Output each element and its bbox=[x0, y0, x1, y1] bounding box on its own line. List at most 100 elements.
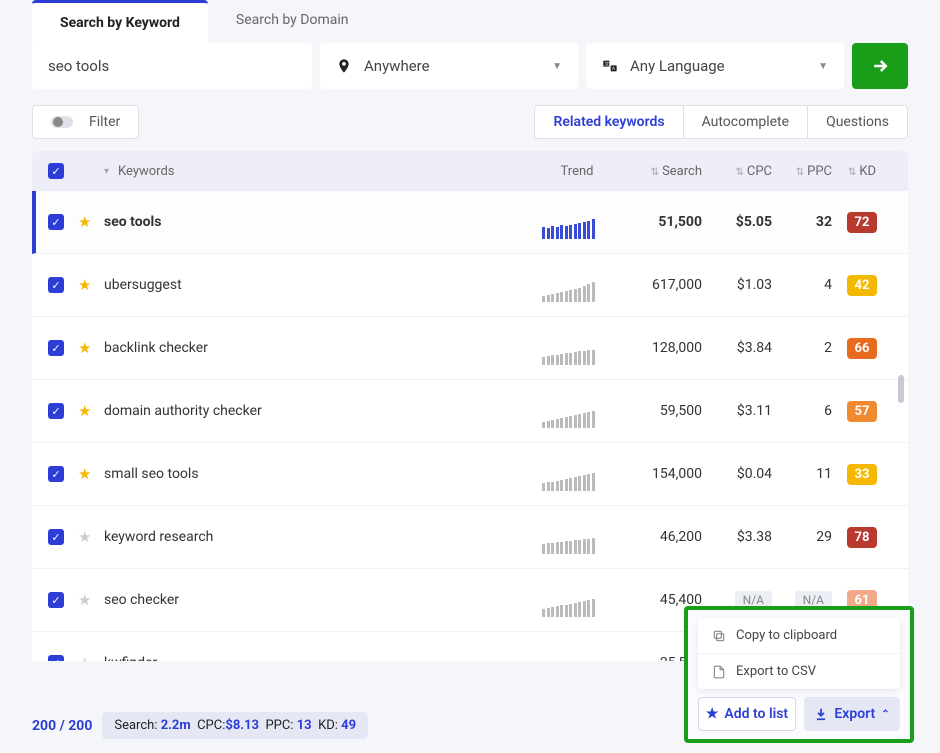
file-icon bbox=[712, 665, 726, 679]
row-checkbox[interactable]: ✓ bbox=[48, 466, 64, 482]
translate-icon: 文A bbox=[602, 58, 618, 74]
search-mode-tabs: Search by Keyword Search by Domain bbox=[0, 0, 940, 43]
trend-sparkline bbox=[542, 404, 612, 428]
svg-text:A: A bbox=[612, 66, 615, 72]
export-csv[interactable]: Export to CSV bbox=[698, 654, 900, 689]
star-icon[interactable]: ★ bbox=[78, 591, 91, 609]
table-row[interactable]: ✓★seo tools51,500$5.053272 bbox=[32, 191, 908, 254]
row-checkbox[interactable]: ✓ bbox=[48, 655, 64, 661]
filter-toggle[interactable]: Filter bbox=[32, 105, 139, 139]
row-checkbox[interactable]: ✓ bbox=[48, 529, 64, 545]
star-icon[interactable]: ★ bbox=[78, 339, 91, 357]
sort-icon: ⇅ bbox=[735, 167, 743, 178]
summary-stats: Search: 2.2m CPC:$8.13 PPC: 13 KD: 49 bbox=[102, 712, 368, 739]
ppc-cell: 2 bbox=[772, 340, 832, 356]
ppc-cell: 6 bbox=[772, 403, 832, 419]
export-button[interactable]: Export ⌃ bbox=[804, 697, 900, 731]
export-panel: Copy to clipboard Export to CSV ★ Add to… bbox=[684, 606, 914, 743]
star-icon[interactable]: ★ bbox=[78, 654, 91, 661]
col-kd[interactable]: ⇅KD bbox=[832, 164, 892, 179]
row-checkbox[interactable]: ✓ bbox=[48, 340, 64, 356]
location-dropdown[interactable]: Anywhere ▼ bbox=[320, 43, 578, 89]
kd-cell: 42 bbox=[832, 275, 892, 296]
export-menu: Copy to clipboard Export to CSV bbox=[698, 618, 900, 689]
col-trend[interactable]: Trend bbox=[542, 164, 612, 179]
cpc-cell: $3.38 bbox=[702, 529, 772, 545]
table-row[interactable]: ✓★backlink checker128,000$3.84266 bbox=[32, 317, 908, 380]
col-ppc[interactable]: ⇅PPC bbox=[772, 164, 832, 179]
star-icon[interactable]: ★ bbox=[78, 528, 91, 546]
star-icon[interactable]: ★ bbox=[78, 276, 91, 294]
download-icon bbox=[814, 707, 828, 721]
trend-sparkline bbox=[542, 530, 612, 554]
cpc-cell: $0.04 bbox=[702, 466, 772, 482]
col-keywords[interactable]: ▾Keywords bbox=[104, 164, 542, 179]
chevron-up-icon: ⌃ bbox=[881, 709, 889, 720]
table-row[interactable]: ✓ ★ small seo tools 154,000$0.041133 bbox=[32, 443, 908, 506]
caret-down-icon: ▼ bbox=[552, 61, 562, 72]
search-volume-cell: 154,000 bbox=[612, 466, 702, 482]
pin-icon bbox=[336, 58, 352, 74]
keyword-cell[interactable]: kwfinder bbox=[104, 655, 542, 661]
search-volume-cell: 617,000 bbox=[612, 277, 702, 293]
location-value: Anywhere bbox=[364, 57, 430, 75]
table-row[interactable]: ✓★ubersuggest617,000$1.03442 bbox=[32, 254, 908, 317]
ppc-cell: 32 bbox=[772, 214, 832, 230]
row-checkbox[interactable]: ✓ bbox=[48, 592, 64, 608]
keyword-cell[interactable]: small seo tools bbox=[104, 466, 542, 482]
view-tab-related[interactable]: Related keywords bbox=[535, 106, 682, 138]
sort-desc-icon: ▾ bbox=[104, 166, 109, 177]
keyword-cell[interactable]: domain authority checker bbox=[104, 403, 542, 419]
row-checkbox[interactable]: ✓ bbox=[48, 403, 64, 419]
search-volume-cell: 46,200 bbox=[612, 529, 702, 545]
result-counter: 200 / 200 bbox=[32, 718, 92, 734]
star-icon[interactable]: ★ bbox=[78, 213, 91, 231]
trend-sparkline bbox=[542, 341, 612, 365]
star-icon[interactable]: ★ bbox=[78, 402, 91, 420]
search-volume-cell: 59,500 bbox=[612, 403, 702, 419]
search-volume-cell: 51,500 bbox=[612, 214, 702, 230]
kd-cell: 33 bbox=[832, 464, 892, 485]
add-to-list-button[interactable]: ★ Add to list bbox=[698, 697, 796, 731]
keyword-cell[interactable]: backlink checker bbox=[104, 340, 542, 356]
language-value: Any Language bbox=[630, 57, 725, 75]
sort-icon: ⇅ bbox=[848, 167, 856, 178]
search-volume-cell: 128,000 bbox=[612, 340, 702, 356]
ppc-cell: 11 bbox=[772, 466, 832, 482]
cpc-cell: $3.84 bbox=[702, 340, 772, 356]
arrow-right-icon bbox=[870, 56, 890, 76]
trend-sparkline bbox=[542, 215, 612, 239]
star-icon[interactable]: ★ bbox=[78, 465, 91, 483]
keyword-cell[interactable]: seo tools bbox=[104, 214, 542, 230]
star-icon: ★ bbox=[706, 706, 719, 722]
tab-search-keyword[interactable]: Search by Keyword bbox=[32, 0, 208, 43]
trend-sparkline bbox=[542, 656, 612, 661]
keyword-cell[interactable]: keyword research bbox=[104, 529, 542, 545]
table-header: ✓ ▾Keywords Trend ⇅Search ⇅CPC ⇅PPC ⇅KD bbox=[32, 151, 908, 191]
filter-label: Filter bbox=[89, 114, 120, 130]
trend-sparkline bbox=[542, 467, 612, 491]
keyword-cell[interactable]: seo checker bbox=[104, 592, 542, 608]
row-checkbox[interactable]: ✓ bbox=[48, 277, 64, 293]
col-cpc[interactable]: ⇅CPC bbox=[702, 164, 772, 179]
sort-icon: ⇅ bbox=[651, 167, 659, 178]
view-tab-autocomplete[interactable]: Autocomplete bbox=[683, 106, 808, 138]
language-dropdown[interactable]: 文A Any Language ▼ bbox=[586, 43, 844, 89]
keyword-cell[interactable]: ubersuggest bbox=[104, 277, 542, 293]
kd-cell: 57 bbox=[832, 401, 892, 422]
tab-search-domain[interactable]: Search by Domain bbox=[208, 0, 377, 43]
sort-icon: ⇅ bbox=[796, 167, 804, 178]
export-copy-clipboard[interactable]: Copy to clipboard bbox=[698, 618, 900, 654]
row-checkbox[interactable]: ✓ bbox=[48, 214, 64, 230]
view-tab-questions[interactable]: Questions bbox=[807, 106, 907, 138]
keyword-input[interactable]: seo tools bbox=[32, 43, 312, 89]
select-all-checkbox[interactable]: ✓ bbox=[48, 163, 64, 179]
trend-sparkline bbox=[542, 593, 612, 617]
scrollbar-thumb[interactable] bbox=[898, 375, 904, 403]
search-button[interactable] bbox=[852, 43, 908, 89]
col-search[interactable]: ⇅Search bbox=[612, 164, 702, 179]
ppc-cell: 29 bbox=[772, 529, 832, 545]
table-row[interactable]: ✓★domain authority checker59,500$3.11657 bbox=[32, 380, 908, 443]
table-row[interactable]: ✓★keyword research46,200$3.382978 bbox=[32, 506, 908, 569]
caret-down-icon: ▼ bbox=[818, 61, 828, 72]
